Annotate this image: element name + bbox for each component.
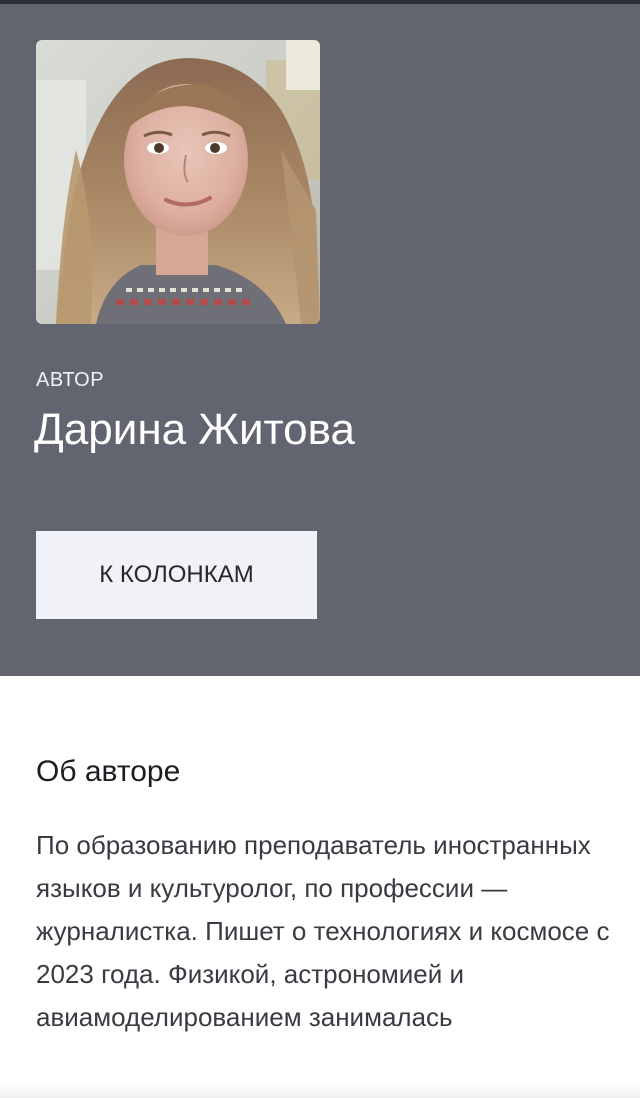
author-name: Дарина Житова: [34, 405, 355, 454]
bottom-edge: [0, 1082, 640, 1098]
to-columns-button[interactable]: К КОЛОНКАМ: [36, 531, 317, 619]
about-author-text: По образованию преподаватель иностранных…: [36, 830, 610, 1032]
author-photo: [36, 40, 320, 324]
about-author-heading: Об авторе: [36, 755, 181, 788]
portrait-image: [36, 40, 320, 324]
author-header: АВТОР Дарина Житова К КОЛОНКАМ: [0, 4, 640, 676]
author-role-label: АВТОР: [36, 369, 105, 391]
